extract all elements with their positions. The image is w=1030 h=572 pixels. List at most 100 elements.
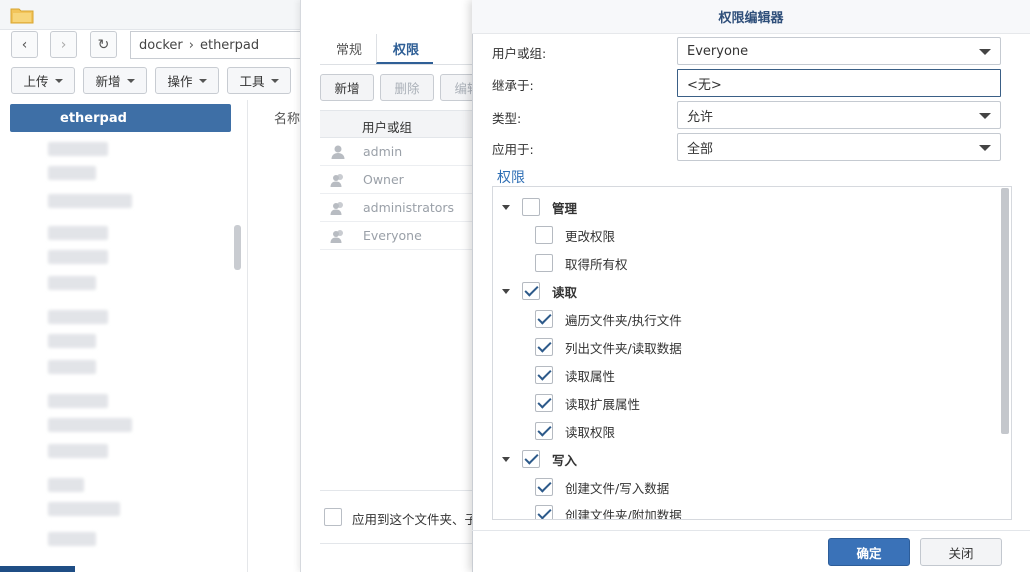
permissions-scrollbar[interactable] — [1001, 188, 1009, 434]
chevron-left-icon: ‹ — [21, 36, 28, 53]
perm-create-files-checkbox[interactable] — [535, 478, 553, 496]
add-permission-button[interactable]: 新增 — [320, 74, 374, 101]
expand-triangle-icon[interactable] — [502, 456, 510, 462]
perm-label: 取得所有权 — [565, 256, 628, 272]
expand-triangle-icon[interactable] — [502, 204, 510, 210]
apply-to-select[interactable]: 全部 — [677, 133, 1001, 161]
dropdown-arrow-icon — [979, 49, 991, 55]
caret-down-icon — [270, 78, 279, 83]
apply-to-label: 应用于: — [492, 142, 534, 157]
dropdown-arrow-icon — [979, 113, 991, 119]
tree-item-blurred[interactable] — [48, 532, 96, 546]
perm-label: 更改权限 — [565, 228, 616, 244]
name-column-header[interactable]: 名称 — [274, 108, 300, 127]
tree-item-blurred[interactable] — [48, 444, 108, 458]
perm-take-ownership: 取得所有权 — [535, 252, 628, 274]
upload-button[interactable]: 上传 — [11, 67, 75, 94]
type-label: 类型: — [492, 111, 522, 126]
group-write-checkbox[interactable] — [522, 450, 540, 468]
tree-item-etherpad[interactable]: etherpad — [10, 104, 231, 132]
delete-permission-button[interactable]: 删除 — [380, 74, 434, 101]
row-user-name: Everyone — [363, 228, 422, 243]
path-segment-docker[interactable]: docker — [139, 38, 183, 53]
perm-change-permissions-checkbox[interactable] — [535, 226, 553, 244]
group-icon — [330, 201, 343, 215]
group-icon — [330, 229, 343, 243]
path-separator-icon: › — [188, 37, 194, 53]
group-read: 读取 — [502, 280, 577, 302]
apply-to-value: 全部 — [687, 141, 714, 157]
dropdown-arrow-icon — [979, 145, 991, 151]
tree-item-blurred[interactable] — [48, 194, 132, 208]
tools-label: 工具 — [239, 74, 265, 89]
tree-item-blurred[interactable] — [48, 334, 96, 348]
tree-item-blurred[interactable] — [48, 226, 108, 240]
perm-traverse: 遍历文件夹/执行文件 — [535, 308, 682, 330]
perm-take-ownership-checkbox[interactable] — [535, 254, 553, 272]
group-read-checkbox[interactable] — [522, 282, 540, 300]
user-group-value: Everyone — [687, 43, 749, 59]
perm-traverse-checkbox[interactable] — [535, 310, 553, 328]
properties-tabs: 常规 权限 — [320, 34, 434, 64]
tree-item-blurred[interactable] — [48, 142, 108, 156]
perm-label: 读取扩展属性 — [565, 396, 641, 412]
dialog-title: 权限编辑器 — [472, 0, 1030, 34]
tree-item-blurred[interactable] — [48, 166, 96, 180]
tree-item-blurred[interactable] — [48, 276, 96, 290]
user-group-select[interactable]: Everyone — [677, 37, 1001, 65]
folder-icon — [10, 8, 34, 24]
inherit-field[interactable]: <无> — [677, 69, 1001, 97]
user-column-header[interactable]: 用户或组 — [362, 117, 412, 136]
perm-create-files: 创建文件/写入数据 — [535, 476, 669, 498]
tab-permission[interactable]: 权限 — [376, 34, 434, 64]
perm-read-attributes-checkbox[interactable] — [535, 366, 553, 384]
tree-item-label: etherpad — [60, 110, 127, 126]
perm-change-permissions: 更改权限 — [535, 224, 615, 246]
create-label: 新增 — [95, 74, 121, 89]
perm-label: 读取权限 — [565, 424, 616, 440]
ok-button[interactable]: 确定 — [828, 538, 910, 566]
back-button[interactable]: ‹ — [11, 31, 38, 58]
permissions-section-title: 权限 — [497, 170, 525, 186]
refresh-button[interactable]: ↻ — [90, 31, 117, 58]
tree-item-blurred[interactable] — [48, 360, 96, 374]
inherit-value: <无> — [687, 77, 722, 93]
caret-down-icon — [54, 78, 63, 83]
apply-to-subfolders-checkbox[interactable] — [324, 508, 342, 526]
group-manage-checkbox[interactable] — [522, 198, 540, 216]
tree-item-blurred[interactable] — [48, 502, 120, 516]
row-user-name: admin — [363, 144, 403, 159]
tree-item-blurred[interactable] — [48, 478, 84, 492]
refresh-icon: ↻ — [97, 36, 110, 53]
perm-list-folder-checkbox[interactable] — [535, 338, 553, 356]
tree-item-blurred[interactable] — [48, 418, 132, 432]
perm-label: 创建文件夹/附加数据 — [565, 507, 682, 520]
tree-scrollbar[interactable] — [234, 225, 241, 270]
expand-triangle-icon[interactable] — [502, 288, 510, 294]
group-read-label: 读取 — [552, 284, 578, 300]
group-manage: 管理 — [502, 196, 577, 218]
pane-divider[interactable] — [247, 100, 248, 572]
perm-label: 读取属性 — [565, 368, 616, 384]
path-segment-etherpad[interactable]: etherpad — [200, 38, 259, 53]
action-label: 操作 — [167, 74, 193, 89]
perm-read-permissions-checkbox[interactable] — [535, 422, 553, 440]
tab-general[interactable]: 常规 — [320, 34, 376, 64]
tools-button[interactable]: 工具 — [227, 67, 291, 94]
type-select[interactable]: 允许 — [677, 101, 1001, 129]
taskbar-indicator — [0, 566, 75, 572]
create-button[interactable]: 新增 — [83, 67, 147, 94]
perm-create-folders-checkbox[interactable] — [535, 505, 553, 519]
permissions-list: 管理 更改权限 取得所有权 读取 遍历文件夹/执行文件 列出文件夹/读取数据 读… — [492, 186, 1012, 520]
perm-label: 创建文件/写入数据 — [565, 480, 670, 496]
path-bar[interactable]: docker › etherpad — [130, 31, 305, 59]
tree-item-blurred[interactable] — [48, 394, 108, 408]
action-button[interactable]: 操作 — [155, 67, 219, 94]
forward-button[interactable]: › — [50, 31, 77, 58]
close-button[interactable]: 关闭 — [920, 538, 1002, 566]
upload-label: 上传 — [23, 74, 49, 89]
tree-item-blurred[interactable] — [48, 250, 108, 264]
perm-read-ext-attributes-checkbox[interactable] — [535, 394, 553, 412]
caret-down-icon — [198, 78, 207, 83]
tree-item-blurred[interactable] — [48, 310, 108, 324]
